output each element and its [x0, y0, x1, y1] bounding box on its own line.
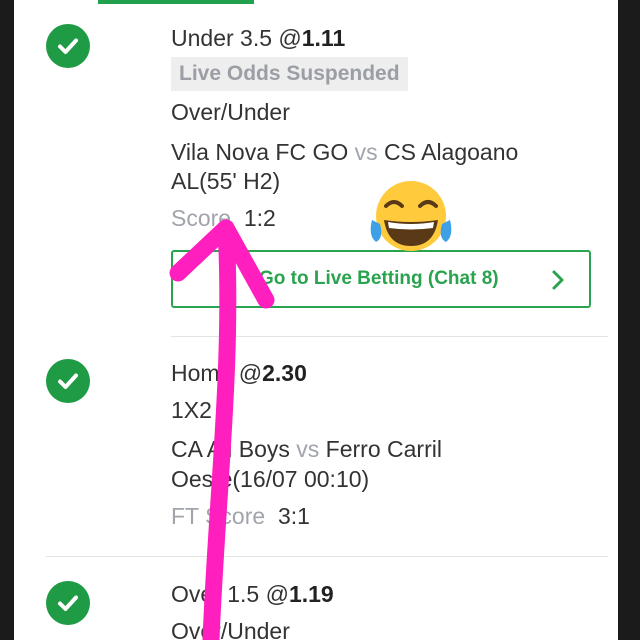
score-row: FT Score 3:1	[171, 501, 310, 531]
bet-odds: 1.19	[288, 581, 334, 607]
bet-odds: 1.11	[301, 25, 346, 51]
score-value: 3:1	[277, 503, 310, 529]
match-info: Oeste(16/07 00:10)	[171, 466, 370, 492]
bet-odds: 2.30	[262, 360, 307, 386]
score-label: FT Score	[171, 503, 266, 529]
bet-selection: Over 1.5 @1.19	[171, 581, 334, 607]
match-teams: Vila Nova FC GO vs CS Alagoano	[171, 139, 519, 165]
bet-item[interactable]: Over 1.5 @1.19 Over/Under	[14, 556, 618, 640]
match-info: AL(55' H2)	[171, 168, 281, 194]
status-badge: Live Odds Suspended	[171, 57, 408, 91]
go-to-live-betting-button[interactable]: Go to Live Betting (Chat 8)	[171, 250, 591, 308]
market-name: 1X2	[171, 397, 212, 423]
check-circle-icon	[46, 359, 90, 403]
live-betting-label: Go to Live Betting (Chat 8)	[259, 268, 499, 289]
tears-of-joy-emoji	[370, 181, 452, 251]
market-name: Over/Under	[171, 99, 290, 125]
chevron-right-icon	[552, 270, 564, 290]
bet-selection: Home @2.30	[171, 360, 307, 386]
check-circle-icon	[46, 581, 90, 625]
check-circle-icon	[46, 24, 90, 68]
score-value: 1:2	[243, 205, 276, 231]
bet-selection: Under 3.5 @1.11	[171, 25, 346, 51]
match-teams: CA All Boys vs Ferro Carril	[171, 436, 442, 462]
score-row: Score 1:2	[171, 203, 276, 233]
bet-history-card: Under 3.5 @1.11 Live Odds Suspended Over…	[14, 0, 618, 640]
bet-item[interactable]: Home @2.30 1X2 CA All Boys vs Ferro Carr…	[14, 336, 618, 556]
score-label: Score	[171, 205, 232, 231]
market-name: Over/Under	[171, 618, 290, 640]
bet-item[interactable]: Under 3.5 @1.11 Live Odds Suspended Over…	[14, 0, 618, 336]
